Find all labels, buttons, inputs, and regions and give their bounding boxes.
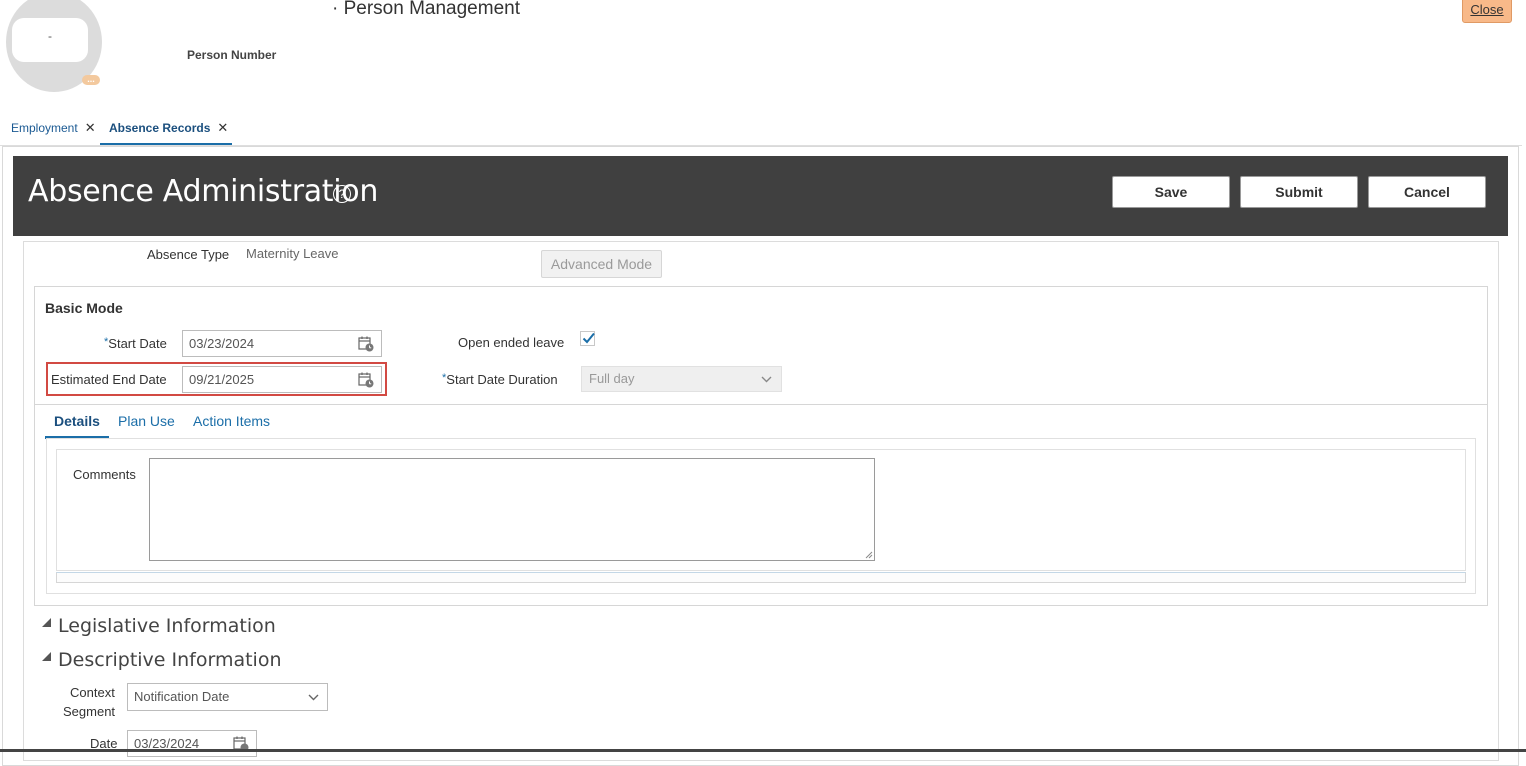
avatar-initials: - <box>12 18 88 62</box>
context-segment-select[interactable]: Notification Date <box>127 683 328 711</box>
tab-employment-label: Employment <box>11 121 78 135</box>
calendar-icon[interactable] <box>358 336 374 352</box>
comments-textarea[interactable] <box>149 458 875 561</box>
cancel-button[interactable]: Cancel <box>1368 176 1486 208</box>
close-button[interactable]: Close <box>1462 0 1512 23</box>
start-duration-value: Full day <box>589 371 635 386</box>
tab-absence-records-label: Absence Records <box>109 121 211 135</box>
submit-button[interactable]: Submit <box>1240 176 1358 208</box>
start-date-label: *Start Date <box>104 336 167 351</box>
open-ended-label: Open ended leave <box>458 335 565 350</box>
open-ended-checkbox[interactable] <box>580 331 595 346</box>
context-segment-label-line2: Segment <box>63 704 116 719</box>
start-date-field[interactable]: 03/23/2024 <box>182 330 382 357</box>
avatar-menu-badge[interactable]: ... <box>82 75 100 85</box>
tab-absence-records[interactable]: Absence Records ✕ <box>109 120 228 136</box>
advanced-mode-button[interactable]: Advanced Mode <box>541 250 662 278</box>
start-duration-label-text: Start Date Duration <box>446 372 558 387</box>
start-duration-select[interactable]: Full day <box>581 366 782 392</box>
subtab-details[interactable]: Details <box>54 413 100 429</box>
close-tab-icon[interactable]: ✕ <box>217 120 228 135</box>
page-title: · Person Management <box>332 0 520 19</box>
subtab-action-items[interactable]: Action Items <box>193 413 270 429</box>
highlight-annotation <box>46 362 387 396</box>
page-heading: Absence Administration <box>28 174 379 209</box>
absence-type-value: Maternity Leave <box>246 246 339 261</box>
chevron-down-icon <box>761 376 772 383</box>
subtabs-divider <box>35 404 1487 405</box>
descriptive-information-header[interactable]: Descriptive Information <box>58 649 282 671</box>
active-tab-indicator <box>100 143 232 145</box>
legislative-information-header[interactable]: Legislative Information <box>58 615 276 637</box>
save-button[interactable]: Save <box>1112 176 1230 208</box>
close-tab-icon[interactable]: ✕ <box>85 120 96 135</box>
collapse-triangle-icon[interactable] <box>41 651 52 662</box>
chevron-down-icon <box>308 694 319 701</box>
context-segment-label-line1: Context <box>70 685 115 700</box>
start-duration-label: *Start Date Duration <box>442 372 558 387</box>
start-date-value: 03/23/2024 <box>189 336 255 351</box>
basic-mode-title: Basic Mode <box>45 300 123 316</box>
absence-type-label: Absence Type <box>147 247 230 262</box>
checkmark-icon <box>582 332 595 344</box>
person-number-label: Person Number <box>187 48 277 62</box>
resize-handle-icon[interactable] <box>865 551 873 559</box>
tab-employment[interactable]: Employment ✕ <box>11 120 96 136</box>
subtab-plan-use[interactable]: Plan Use <box>118 413 175 429</box>
collapse-triangle-icon[interactable] <box>41 617 52 628</box>
start-date-label-text: Start Date <box>108 336 167 351</box>
help-icon[interactable]: ? <box>333 185 351 203</box>
comments-label: Comments <box>73 467 136 482</box>
horizontal-scrollbar[interactable] <box>56 572 1466 583</box>
context-segment-value: Notification Date <box>134 689 230 704</box>
